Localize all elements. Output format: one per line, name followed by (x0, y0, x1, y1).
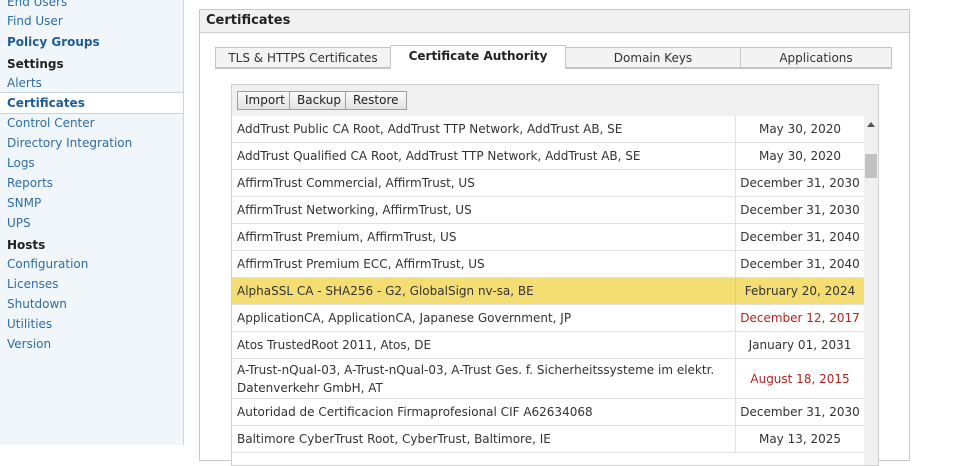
sidebar-item-version[interactable]: Version (7, 337, 51, 351)
certificate-expiry-date: August 18, 2015 (735, 359, 864, 398)
sidebar-item-shutdown[interactable]: Shutdown (7, 297, 67, 311)
tab-certificate-authority[interactable]: Certificate Authority (390, 45, 566, 69)
certificates-panel: Certificates TLS & HTTPS Certificates Ce… (199, 9, 910, 466)
sidebar-heading-settings: Settings (7, 57, 64, 71)
tab-domain-keys[interactable]: Domain Keys (565, 47, 741, 68)
tab-tls-https-certificates[interactable]: TLS & HTTPS Certificates (215, 47, 391, 68)
certificate-row[interactable]: AffirmTrust Premium, AffirmTrust, US Dece… (232, 224, 864, 251)
certificate-name: A-Trust-nQual-03, A-Trust-nQual-03, A-Tr… (237, 363, 715, 395)
certificate-row[interactable]: Baltimore CyberTrust Root, CyberTrust, B… (232, 426, 864, 453)
certificate-expiry-date: December 31, 2040 (735, 251, 864, 277)
certificate-expiry-date: December 12, 2017 (735, 305, 864, 331)
sidebar-item-alerts[interactable]: Alerts (7, 76, 42, 90)
certificate-name: AddTrust Qualified CA Root, AddTrust TTP… (237, 149, 641, 163)
certificate-list-container: Import Backup Restore AddTrust Public CA… (231, 84, 879, 466)
backup-button[interactable]: Backup (289, 91, 349, 110)
certificate-name: AffirmTrust Commercial, AffirmTrust, US (237, 176, 475, 190)
panel-title: Certificates (200, 10, 909, 33)
sidebar-item-configuration[interactable]: Configuration (7, 257, 88, 271)
scroll-thumb[interactable] (865, 154, 877, 178)
certificate-row[interactable]: AffirmTrust Premium ECC, AffirmTrust, US… (232, 251, 864, 278)
certificate-name: Atos TrustedRoot 2011, Atos, DE (237, 338, 432, 352)
certificate-expiry-date: December 31, 2040 (735, 224, 864, 250)
certificate-name: Autoridad de Certificacion Firmaprofesio… (237, 405, 593, 419)
sidebar-item-end-users[interactable]: End Users (7, 0, 67, 9)
sidebar-item-snmp[interactable]: SNMP (7, 196, 41, 210)
certificate-row[interactable]: Atos TrustedRoot 2011, Atos, DE January 0… (232, 332, 864, 359)
sidebar-item-policy-groups[interactable]: Policy Groups (7, 35, 100, 49)
certificate-row[interactable]: AffirmTrust Commercial, AffirmTrust, US D… (232, 170, 864, 197)
certificate-name: AffirmTrust Premium ECC, AffirmTrust, US (237, 257, 485, 271)
certificate-name: Baltimore CyberTrust Root, CyberTrust, B… (237, 432, 551, 446)
certificate-expiry-date: December 31, 2030 (735, 170, 864, 196)
certificate-name: AlphaSSL CA - SHA256 - G2, GlobalSign nv… (237, 284, 534, 298)
restore-button[interactable]: Restore (345, 91, 407, 110)
sidebar-item-find-user[interactable]: Find User (7, 14, 63, 28)
sidebar-heading-hosts: Hosts (7, 238, 46, 252)
tab-applications[interactable]: Applications (740, 47, 892, 68)
certificate-toolbar: Import Backup Restore (232, 85, 878, 116)
scroll-up-arrow-icon[interactable] (867, 122, 875, 127)
certificate-row[interactable]: AffirmTrust Networking, AffirmTrust, US D… (232, 197, 864, 224)
certificate-name: AffirmTrust Premium, AffirmTrust, US (237, 230, 457, 244)
sidebar: End Users Find User Policy Groups Settin… (0, 0, 184, 445)
certificate-expiry-date: May 30, 2020 (735, 116, 864, 142)
certificate-row[interactable]: AddTrust Qualified CA Root, AddTrust TTP… (232, 143, 864, 170)
certificate-expiry-date: January 01, 2031 (735, 332, 864, 358)
certificate-expiry-date: December 31, 2030 (735, 399, 864, 425)
sidebar-item-logs[interactable]: Logs (7, 156, 35, 170)
sidebar-item-control-center[interactable]: Control Center (7, 116, 95, 130)
certificate-row[interactable]: A-Trust-nQual-03, A-Trust-nQual-03, A-Tr… (232, 359, 864, 399)
certificate-expiry-date: May 13, 2025 (735, 426, 864, 452)
certificate-expiry-date: May 30, 2020 (735, 143, 864, 169)
certificate-name: ApplicationCA, ApplicationCA, Japanese G… (237, 311, 572, 325)
certificate-name: AddTrust Public CA Root, AddTrust TTP Ne… (237, 122, 623, 136)
sidebar-item-utilities[interactable]: Utilities (7, 317, 52, 331)
sidebar-item-certificates[interactable]: Certificates (0, 92, 183, 114)
sidebar-item-reports[interactable]: Reports (7, 176, 53, 190)
certificate-row[interactable]: AddTrust Public CA Root, AddTrust TTP Ne… (232, 116, 864, 143)
sidebar-item-directory-integration[interactable]: Directory Integration (7, 136, 132, 150)
certificate-expiry-date: December 31, 2030 (735, 197, 864, 223)
import-button[interactable]: Import (237, 91, 293, 110)
certificate-expiry-date: February 20, 2024 (735, 278, 864, 304)
certificate-row[interactable]: Autoridad de Certificacion Firmaprofesio… (232, 399, 864, 426)
certificate-row[interactable]: ApplicationCA, ApplicationCA, Japanese G… (232, 305, 864, 332)
tab-bar: TLS & HTTPS Certificates Certificate Aut… (215, 45, 892, 69)
vertical-scrollbar[interactable] (864, 116, 878, 465)
certificate-row[interactable]: AlphaSSL CA - SHA256 - G2, GlobalSign nv… (232, 278, 864, 305)
certificate-name: AffirmTrust Networking, AffirmTrust, US (237, 203, 472, 217)
sidebar-item-ups[interactable]: UPS (7, 216, 31, 230)
sidebar-item-licenses[interactable]: Licenses (7, 277, 59, 291)
